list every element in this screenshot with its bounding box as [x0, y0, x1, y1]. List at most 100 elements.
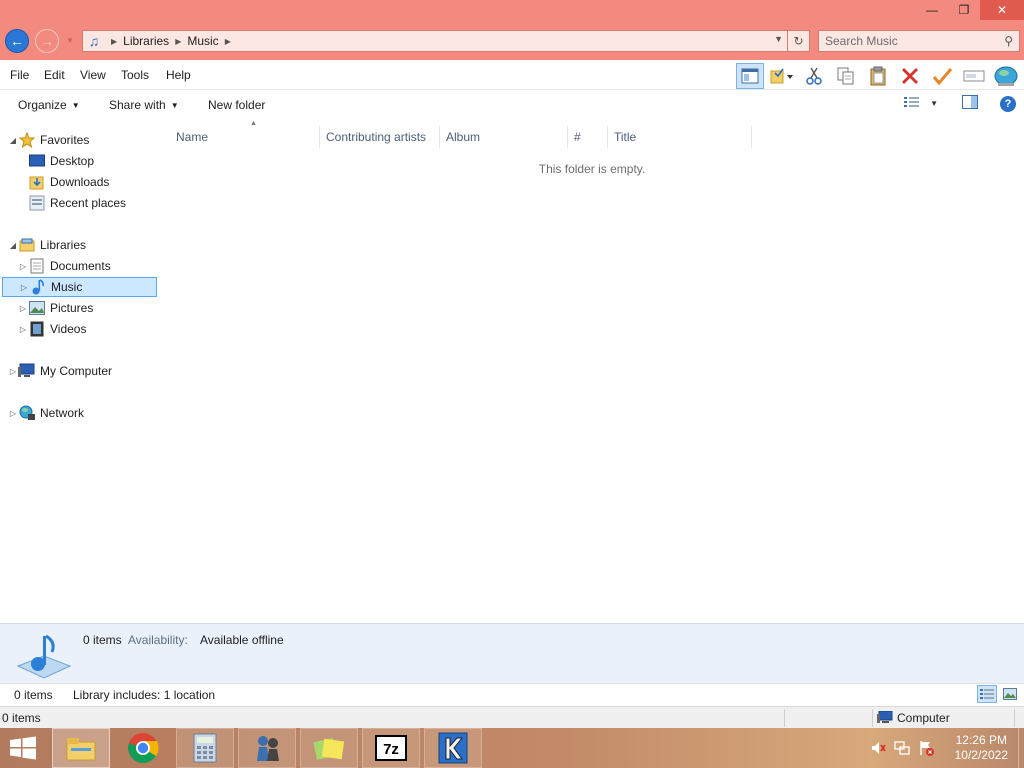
menu-help[interactable]: Help	[166, 68, 191, 82]
status-item-count: 0 items	[14, 688, 53, 702]
search-input[interactable]	[825, 34, 995, 48]
taskbar: 7z 12:26 PM 10/2/2022	[0, 728, 1024, 768]
chevron-right-icon[interactable]: ▶	[175, 37, 181, 46]
menu-edit[interactable]: Edit	[44, 68, 65, 82]
tree-label-desktop: Desktop	[50, 154, 95, 168]
calculator-icon	[193, 733, 217, 763]
file-list[interactable]: ▲ Name Contributing artists Album # Titl…	[160, 120, 1024, 622]
details-view-icon[interactable]	[977, 685, 997, 703]
taskbar-chess[interactable]	[238, 728, 296, 768]
sticky-notes-icon	[313, 738, 345, 760]
expanded-arrow-icon[interactable]: ◢	[8, 136, 18, 145]
column-header-album[interactable]: Album	[440, 126, 568, 148]
address-dropdown-icon[interactable]: ▼	[774, 34, 783, 44]
volume-muted-icon[interactable]	[870, 740, 886, 759]
share-with-button[interactable]: Share with ▼	[109, 98, 179, 112]
help-icon[interactable]: ?	[1000, 95, 1016, 112]
taskbar-chrome[interactable]	[114, 728, 172, 768]
menu-file[interactable]: File	[10, 68, 29, 82]
column-header-contributing-artists[interactable]: Contributing artists	[320, 126, 440, 148]
k-app-icon	[438, 732, 468, 764]
network-status-icon[interactable]	[894, 740, 910, 759]
collapsed-arrow-icon[interactable]: ▷	[18, 262, 28, 271]
start-button[interactable]	[8, 736, 38, 760]
organize-button[interactable]: Organize ▼	[18, 98, 80, 112]
computer-icon	[18, 363, 36, 379]
tree-item-my-computer[interactable]: ▷ My Computer	[8, 361, 166, 381]
large-icons-view-icon[interactable]	[1000, 685, 1020, 703]
tree-item-libraries[interactable]: ◢ Libraries	[8, 235, 166, 255]
chevron-right-icon[interactable]: ▶	[111, 37, 117, 46]
preview-pane-toggle-icon[interactable]	[962, 95, 978, 112]
search-icon[interactable]: ⚲	[1004, 34, 1013, 48]
cut-icon[interactable]	[800, 63, 828, 89]
chess-icon	[257, 736, 279, 761]
details-availability-label: Availability:	[128, 633, 188, 647]
recent-locations-button[interactable]: ▼	[66, 36, 74, 45]
restore-button[interactable]: ❐	[948, 0, 980, 20]
taskbar-calculator[interactable]	[176, 728, 234, 768]
menu-view[interactable]: View	[80, 68, 106, 82]
windows-logo-icon	[10, 736, 36, 760]
column-header-name[interactable]: ▲ Name	[170, 120, 320, 148]
expanded-arrow-icon[interactable]: ◢	[8, 241, 18, 250]
view-options-dropdown-icon[interactable]: ▼	[930, 99, 938, 108]
breadcrumb-libraries[interactable]: Libraries	[123, 34, 169, 48]
7zip-icon: 7z	[375, 735, 407, 761]
taskbar-7zip[interactable]: 7z	[362, 728, 420, 768]
column-header-track-number[interactable]: #	[568, 126, 608, 148]
address-bar[interactable]: ♫ ▶ Libraries ▶ Music ▶ ▼ ↻	[82, 30, 810, 52]
clock[interactable]: 12:26 PM 10/2/2022	[955, 733, 1008, 763]
change-view-icon[interactable]	[904, 96, 920, 111]
status-library-includes[interactable]: Library includes: 1 location	[73, 688, 215, 702]
tree-item-network[interactable]: ▷ Network	[8, 403, 166, 423]
svg-text:7z: 7z	[383, 741, 399, 758]
tree-item-documents[interactable]: ▷ Documents	[18, 256, 158, 276]
tree-label-network: Network	[40, 406, 85, 420]
taskbar-sticky-notes[interactable]	[300, 728, 358, 768]
taskbar-file-explorer[interactable]	[52, 728, 110, 768]
quick-toolbar	[736, 62, 1020, 90]
new-folder-button[interactable]: New folder	[208, 98, 265, 112]
delete-icon[interactable]	[896, 63, 924, 89]
organize-label: Organize	[18, 98, 67, 112]
chevron-right-icon[interactable]: ▶	[225, 37, 231, 46]
action-center-alert-icon[interactable]	[918, 740, 934, 759]
copy-icon[interactable]	[832, 63, 860, 89]
show-desktop-button[interactable]	[1018, 728, 1024, 768]
taskbar-k-app[interactable]	[424, 728, 482, 768]
search-box[interactable]: ⚲	[818, 30, 1020, 52]
refresh-button[interactable]: ↻	[787, 31, 809, 51]
back-button[interactable]: ←	[5, 29, 29, 53]
tree-item-favorites[interactable]: ◢ Favorites	[8, 130, 166, 150]
details-item-count: 0 items	[83, 633, 122, 647]
column-header-title[interactable]: Title	[608, 126, 752, 148]
tree-item-music[interactable]: ▷ Music	[2, 277, 157, 297]
breadcrumb-music[interactable]: Music	[187, 34, 218, 48]
status-divider	[784, 709, 785, 727]
collapsed-arrow-icon[interactable]: ▷	[18, 325, 28, 334]
bottom-status-bar: 0 items Computer	[0, 706, 1024, 728]
close-button[interactable]: ✕	[980, 0, 1024, 20]
network-icon	[18, 405, 36, 421]
music-library-large-icon	[16, 628, 72, 680]
tree-item-videos[interactable]: ▷ Videos	[18, 319, 158, 339]
navigation-row: ← → ▼ ♫ ▶ Libraries ▶ Music ▶ ▼ ↻ ⚲	[0, 28, 1024, 54]
check-icon[interactable]	[928, 63, 956, 89]
paste-icon[interactable]	[864, 63, 892, 89]
collapsed-arrow-icon[interactable]: ▷	[19, 283, 29, 292]
forward-button[interactable]: →	[35, 29, 59, 53]
downloads-folder-icon	[28, 174, 46, 190]
menu-tools[interactable]: Tools	[121, 68, 149, 82]
minimize-button[interactable]: —	[916, 0, 948, 20]
collapsed-arrow-icon[interactable]: ▷	[8, 409, 18, 418]
collapsed-arrow-icon[interactable]: ▷	[18, 304, 28, 313]
globe-icon[interactable]	[992, 63, 1020, 89]
rename-icon[interactable]	[960, 63, 988, 89]
preview-pane-icon[interactable]	[736, 63, 764, 89]
collapsed-arrow-icon[interactable]: ▷	[8, 367, 18, 376]
tree-item-pictures[interactable]: ▷ Pictures	[18, 298, 158, 318]
folder-options-icon[interactable]	[768, 63, 796, 89]
sort-ascending-icon: ▲	[250, 120, 257, 127]
chevron-down-icon: ▼	[71, 101, 80, 110]
